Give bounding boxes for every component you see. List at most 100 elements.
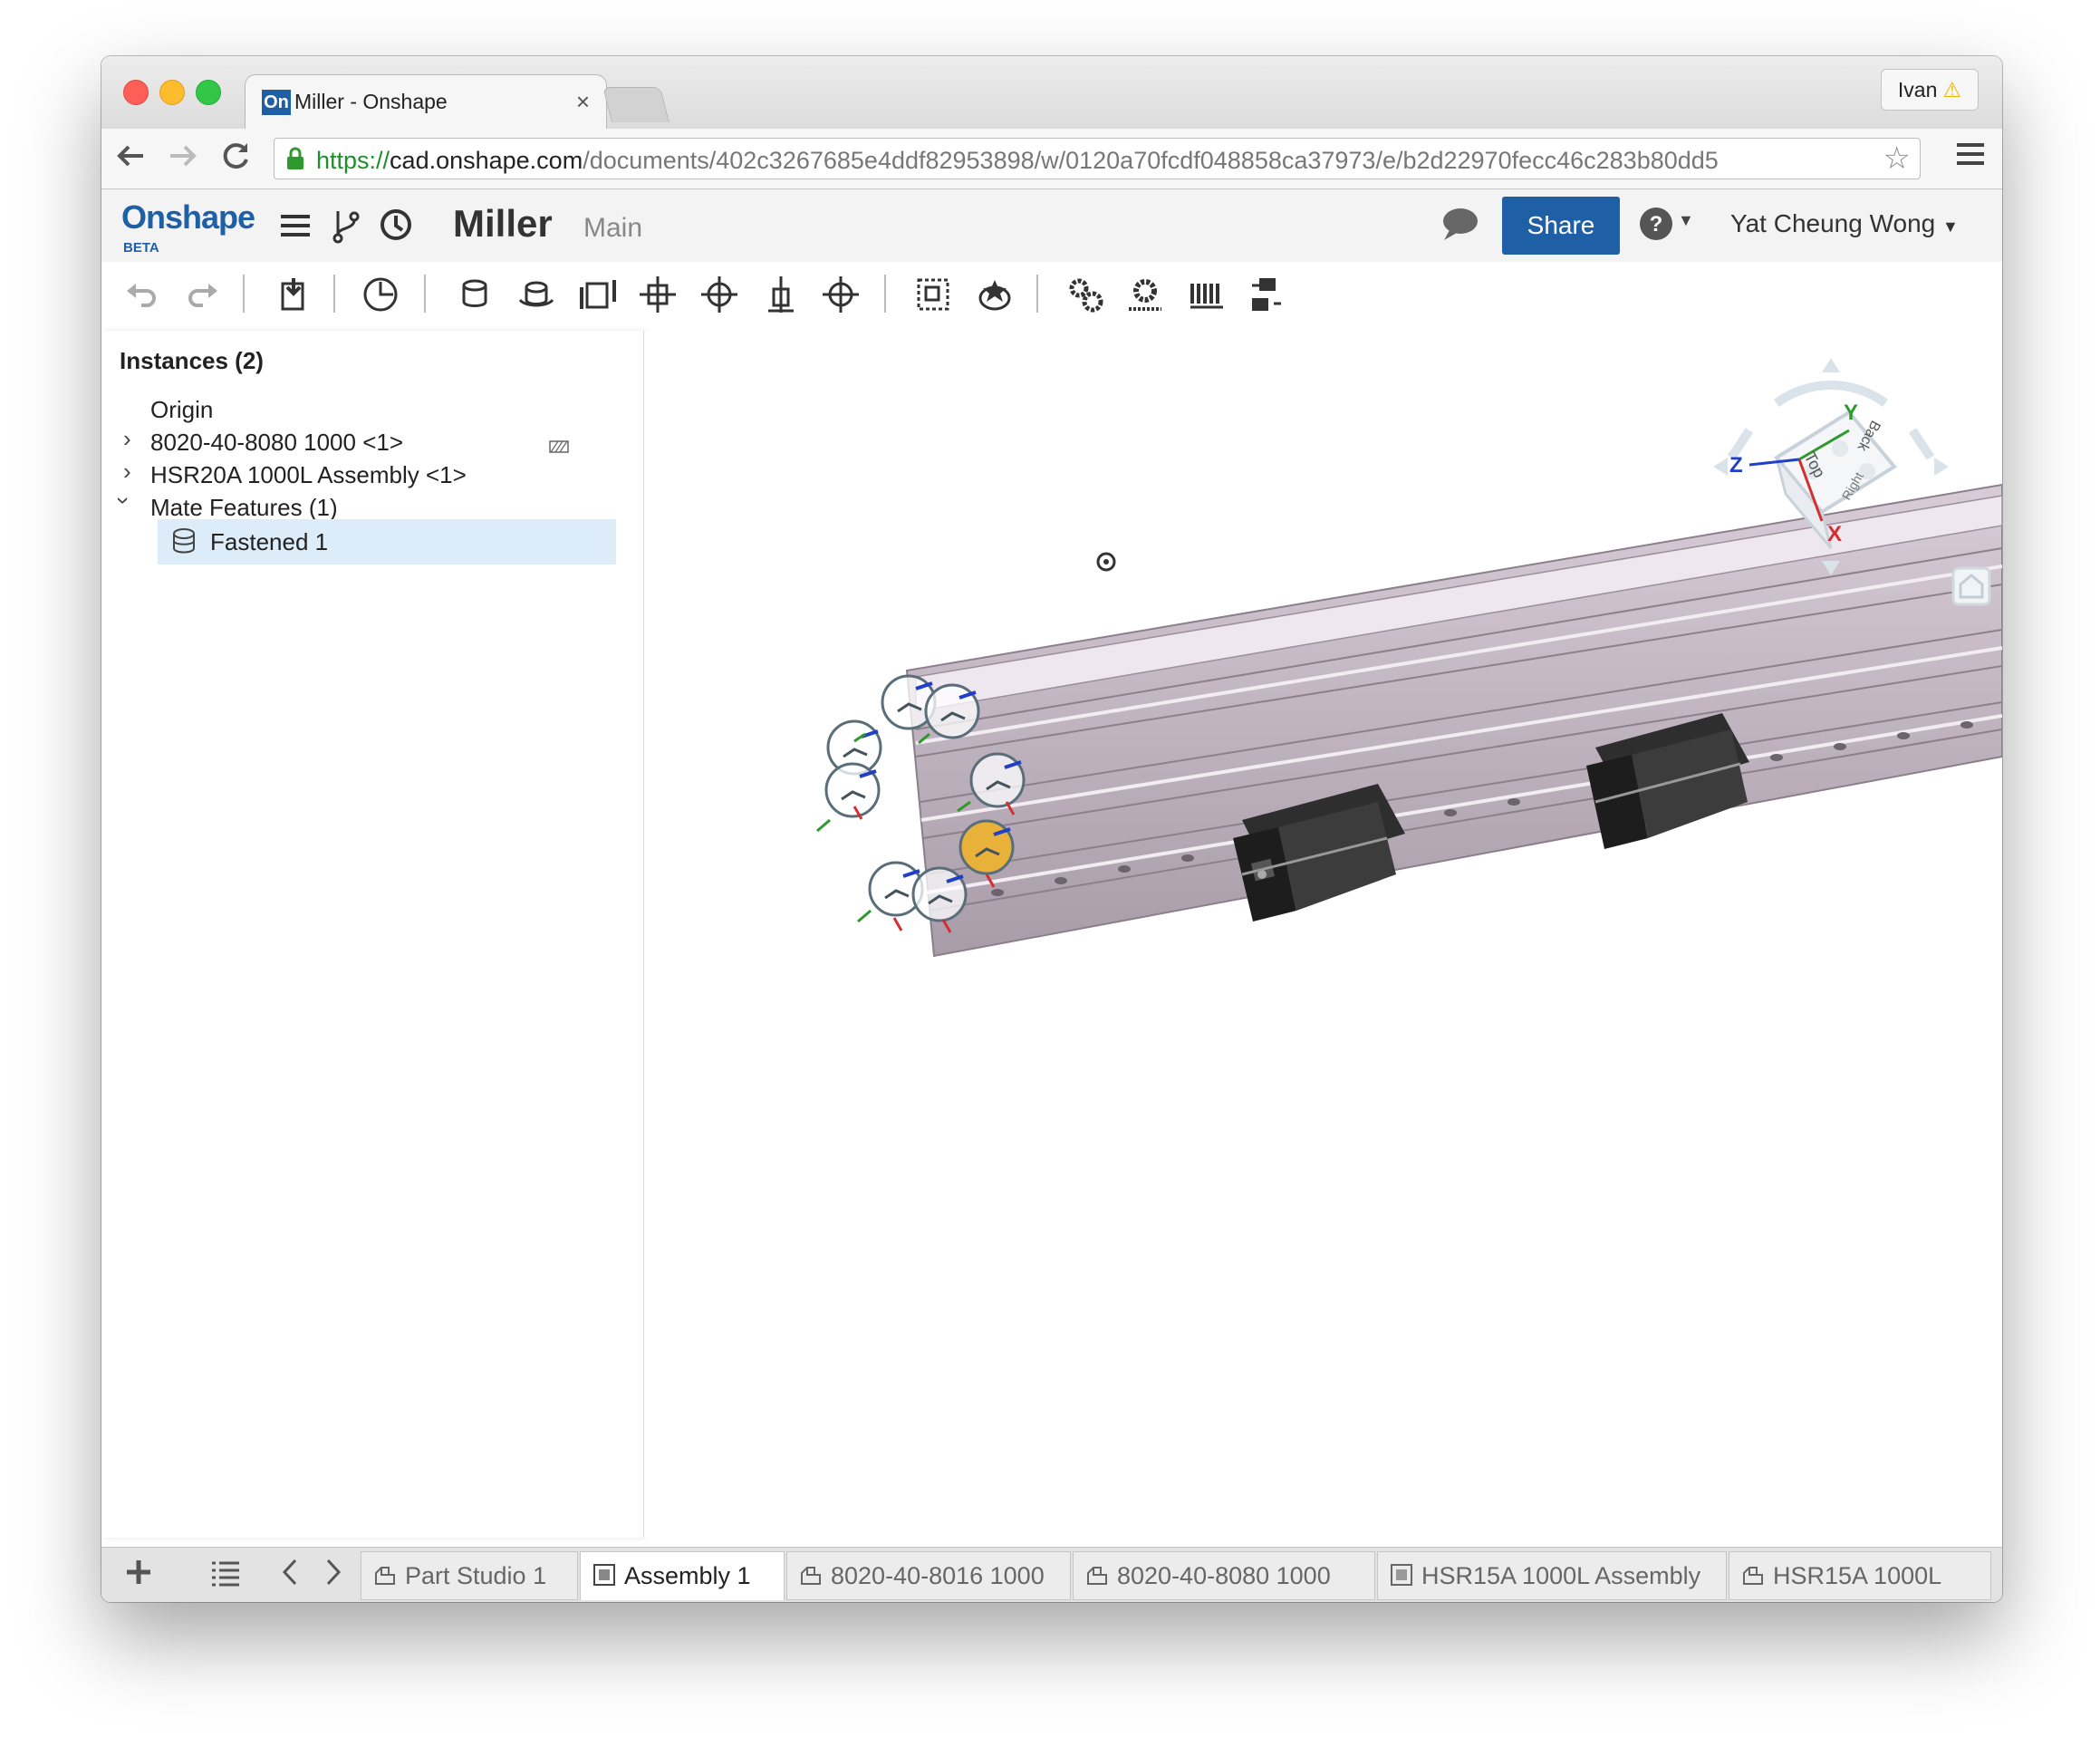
chevron-right-icon[interactable]: › [123,425,131,453]
reload-icon [223,143,248,169]
part-studio-icon [372,1562,398,1594]
tab-scroll-left-icon[interactable] [279,1557,301,1596]
address-bar[interactable]: https://cad.onshape.com/documents/402c32… [274,138,1921,179]
assembly-toolbar [101,262,2002,331]
tab-part-studio-1[interactable]: Part Studio 1 [361,1551,578,1600]
fastened-mate-icon[interactable] [455,275,495,314]
chevron-down-icon[interactable]: › [110,497,138,505]
chevron-right-icon[interactable]: › [123,458,131,486]
view-home-icon[interactable] [1951,566,1991,606]
profile-name: Ivan [1897,78,1938,101]
insert-part-icon[interactable] [274,275,313,314]
back-arrow-icon [117,145,143,167]
browser-tab-title: Miller - Onshape [294,90,448,113]
svg-text:?: ? [1650,212,1663,236]
browser-menu-button[interactable] [1957,143,1984,170]
user-caret-icon: ▼ [1942,217,1959,236]
undo-icon[interactable] [121,275,161,314]
tree-item-label: Fastened 1 [210,528,329,555]
warning-icon: ⚠ [1942,78,1961,101]
close-window-button[interactable] [123,80,149,105]
toolbar-divider [424,275,426,313]
document-name[interactable]: Miller [453,202,553,246]
mate-relation-icon[interactable] [1247,275,1286,314]
replicate-gears-icon[interactable] [1065,275,1105,314]
revolute-mate-icon[interactable] [516,275,556,314]
browser-titlebar: On Miller - Onshape × Ivan ⚠ [101,56,2002,130]
tab-label: HSR15A 1000L [1773,1562,1942,1589]
app-header: Onshape BETA Miller Main Share ? ▼ Yat C… [101,189,2002,262]
extrusion-8020-40-8080[interactable] [905,483,2002,958]
axis-z-label: Z [1729,453,1743,478]
axis-y-label: Y [1844,401,1858,425]
new-tab-button[interactable] [602,87,669,122]
rack-pinion-icon[interactable] [1187,275,1227,314]
tab-8020-40-8080[interactable]: 8020-40-8080 1000 [1073,1551,1375,1600]
toolbar-divider [333,275,335,313]
url-host: cad.onshape.com [390,147,583,174]
tab-scroll-right-icon[interactable] [323,1557,344,1596]
tab-label: 8020-40-8016 1000 [831,1562,1045,1589]
instances-title: Instances (2) [120,347,264,374]
mate-connector-icon[interactable] [975,275,1015,314]
tree-item-fastened-1[interactable]: Fastened 1 [158,519,616,565]
part-studio-icon [1084,1562,1110,1594]
reload-button[interactable] [219,140,252,180]
beta-badge: BETA [123,240,159,256]
tab-list-icon[interactable] [210,1557,241,1596]
group-icon[interactable] [913,275,953,314]
fastened-mate-icon [170,526,197,560]
tab-label: HSR15A 1000L Assembly [1421,1562,1701,1589]
minimize-window-button[interactable] [159,80,185,105]
workspace-name: Main [583,213,643,243]
help-icon[interactable]: ? [1638,206,1674,246]
assembly-icon [1389,1562,1414,1594]
toolbar-divider [243,275,245,313]
redo-icon[interactable] [183,275,223,314]
comments-chat-icon[interactable] [1440,206,1480,246]
maximize-window-button[interactable] [196,80,221,105]
toolbar-divider [1036,275,1038,313]
axis-x-label: X [1827,522,1842,546]
browser-toolbar: https://cad.onshape.com/documents/402c32… [101,129,2002,189]
user-name: Yat Cheung Wong [1730,209,1936,237]
bookmark-star-icon[interactable]: ☆ [1883,140,1911,177]
gear-relation-icon[interactable] [1125,275,1165,314]
tab-hsr15a-assembly[interactable]: HSR15A 1000L Assembly [1377,1551,1727,1600]
tab-close-icon[interactable]: × [576,88,590,116]
graphics-viewport[interactable]: Z Y X Top Back Right [644,331,2002,1538]
slider-mate-icon[interactable] [578,275,618,314]
tab-label: 8020-40-8080 1000 [1117,1562,1331,1589]
instances-panel: Instances (2) Origin › 8020-40-8080 1000… [101,331,644,1538]
onshape-app: Onshape BETA Miller Main Share ? ▼ Yat C… [101,189,2002,1602]
onshape-logo[interactable]: Onshape [121,198,255,236]
ball-mate-icon[interactable] [821,275,861,314]
url-path: /documents/402c3267685e4ddf82953898/w/01… [583,147,1719,174]
assembly-model-render[interactable]: Z Y X Top Back Right [644,331,2002,1538]
tab-assembly-1[interactable]: Assembly 1 [580,1551,785,1600]
profile-button[interactable]: Ivan ⚠ [1880,69,1979,111]
cylindrical-mate-icon[interactable] [699,275,739,314]
browser-window: On Miller - Onshape × Ivan ⚠ https://cad.… [101,56,2002,1602]
document-menu-icon[interactable] [279,209,312,246]
tab-8020-40-8016[interactable]: 8020-40-8016 1000 [786,1551,1071,1600]
back-button[interactable] [114,140,147,180]
tab-label: Part Studio 1 [405,1562,547,1589]
named-views-icon[interactable] [361,275,400,314]
tab-label: Assembly 1 [624,1562,751,1589]
assembly-icon [592,1562,617,1594]
forward-button[interactable] [167,140,199,180]
add-tab-plus-icon[interactable] [123,1557,154,1596]
share-button[interactable]: Share [1502,197,1620,255]
user-menu[interactable]: Yat Cheung Wong ▼ [1730,209,1959,238]
versions-branch-icon[interactable] [330,208,362,248]
onshape-favicon-icon: On [262,90,291,115]
pin-slot-mate-icon[interactable] [761,275,801,314]
planar-mate-icon[interactable] [638,275,678,314]
history-clock-icon[interactable] [379,208,413,246]
browser-tab[interactable]: On Miller - Onshape × [245,74,607,130]
tree-item-label: Mate Features (1) [150,494,338,521]
url-protocol: https:// [316,147,390,174]
help-caret-icon[interactable]: ▼ [1678,211,1694,230]
tab-hsr15a[interactable]: HSR15A 1000L [1729,1551,1991,1600]
